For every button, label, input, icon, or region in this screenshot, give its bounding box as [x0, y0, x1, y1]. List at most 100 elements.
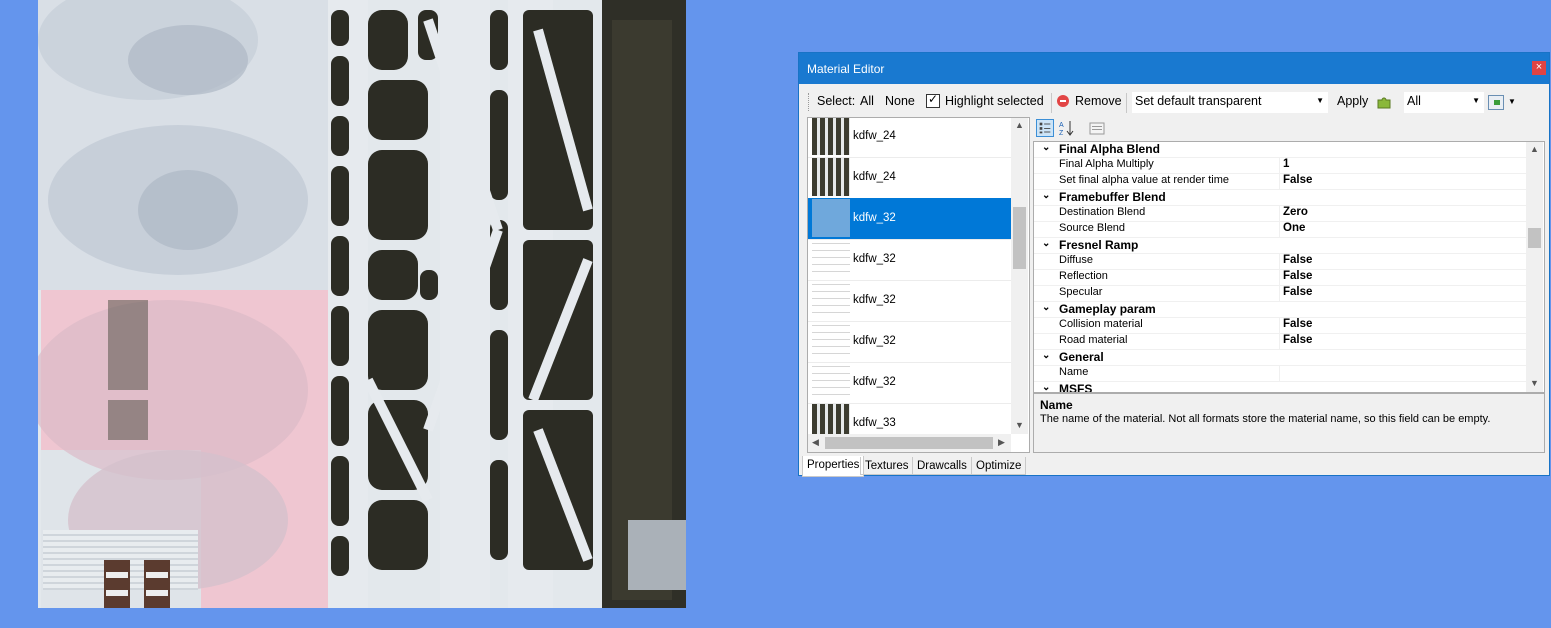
- property-category[interactable]: ⌄ Framebuffer Blend: [1034, 189, 1526, 206]
- property-value[interactable]: False: [1283, 318, 1312, 330]
- default-material-combo[interactable]: Set default transparent ▼: [1132, 92, 1328, 113]
- property-row[interactable]: Source Blend One: [1034, 221, 1526, 238]
- alphabetical-sort-icon[interactable]: A Z: [1058, 119, 1076, 137]
- remove-button[interactable]: Remove: [1075, 94, 1122, 108]
- property-value[interactable]: False: [1283, 286, 1312, 298]
- property-row[interactable]: Collision material False: [1034, 317, 1526, 334]
- property-row[interactable]: Name: [1034, 365, 1526, 382]
- property-grid-toolbar: A Z: [1033, 117, 1543, 141]
- scroll-left-icon[interactable]: ◀: [812, 437, 819, 448]
- apply-puzzle-icon[interactable]: [1376, 95, 1392, 109]
- export-icon[interactable]: [1488, 95, 1504, 110]
- chevron-down-icon[interactable]: ▼: [1508, 97, 1516, 106]
- property-value[interactable]: False: [1283, 254, 1312, 266]
- property-name: Final Alpha Multiply: [1059, 158, 1154, 170]
- material-thumbnail: [812, 158, 850, 196]
- property-name: Source Blend: [1059, 222, 1126, 234]
- property-category[interactable]: ⌄ Fresnel Ramp: [1034, 237, 1526, 254]
- title-bar[interactable]: Material Editor ×: [799, 53, 1549, 84]
- property-category[interactable]: ⌄ MSFS: [1034, 381, 1526, 393]
- material-list-item[interactable]: kdfw_32: [808, 198, 1011, 240]
- categorized-view-icon[interactable]: [1036, 119, 1054, 137]
- category-name: General: [1059, 350, 1104, 364]
- collapse-chevron-icon[interactable]: ⌄: [1042, 350, 1050, 361]
- highlight-selected-checkbox[interactable]: ✓: [926, 92, 940, 108]
- property-row[interactable]: Road material False: [1034, 333, 1526, 350]
- remove-icon[interactable]: [1057, 95, 1069, 107]
- apply-button[interactable]: Apply: [1337, 94, 1368, 108]
- material-list-item[interactable]: kdfw_24: [808, 157, 1011, 199]
- collapse-chevron-icon[interactable]: ⌄: [1042, 302, 1050, 313]
- tab-optimize[interactable]: Optimize: [971, 457, 1027, 475]
- property-name: Diffuse: [1059, 254, 1094, 266]
- scroll-right-icon[interactable]: ▶: [998, 437, 1005, 448]
- collapse-chevron-icon[interactable]: ⌄: [1042, 382, 1050, 392]
- property-value[interactable]: False: [1283, 334, 1312, 346]
- property-name: Reflection: [1059, 270, 1108, 282]
- highlight-selected-label[interactable]: Highlight selected: [945, 94, 1044, 108]
- property-row[interactable]: Reflection False: [1034, 269, 1526, 286]
- category-name: MSFS: [1059, 382, 1093, 393]
- scroll-up-icon[interactable]: ▲: [1530, 144, 1539, 154]
- material-list-item[interactable]: kdfw_32: [808, 239, 1011, 281]
- property-value[interactable]: Zero: [1283, 206, 1308, 218]
- property-category[interactable]: ⌄ Final Alpha Blend: [1034, 142, 1526, 158]
- material-name: kdfw_24: [853, 130, 896, 142]
- property-row[interactable]: Set final alpha value at render time Fals…: [1034, 173, 1526, 190]
- material-list[interactable]: kdfw_24 kdfw_24 kdfw_32 kdfw_32 kdfw_32 kdfw_…: [807, 117, 1030, 453]
- property-name: Set final alpha value at render time: [1059, 174, 1229, 186]
- select-all-button[interactable]: All: [860, 94, 874, 108]
- toolbar-grip[interactable]: [808, 93, 811, 111]
- list-vertical-scrollbar[interactable]: ▲ ▼: [1011, 118, 1028, 434]
- tab-properties[interactable]: Properties: [802, 456, 865, 477]
- material-thumbnail: [812, 322, 850, 360]
- toolbar-separator: [1051, 93, 1052, 113]
- material-thumbnail: [812, 240, 850, 278]
- property-value[interactable]: False: [1283, 174, 1312, 186]
- property-value[interactable]: False: [1283, 270, 1312, 282]
- category-name: Gameplay param: [1059, 302, 1156, 316]
- material-list-item[interactable]: kdfw_24: [808, 118, 1011, 158]
- texture-viewport[interactable]: [38, 0, 686, 608]
- chevron-down-icon: ▼: [1316, 96, 1324, 105]
- help-title: Name: [1040, 398, 1073, 412]
- tab-textures[interactable]: Textures: [860, 457, 914, 475]
- scroll-thumb[interactable]: [1013, 207, 1026, 269]
- scroll-thumb[interactable]: [1528, 228, 1541, 248]
- property-value[interactable]: 1: [1283, 158, 1289, 170]
- list-horizontal-scrollbar[interactable]: ◀ ▶: [808, 434, 1011, 452]
- property-row[interactable]: Destination Blend Zero: [1034, 205, 1526, 222]
- property-name: Collision material: [1059, 318, 1143, 330]
- material-thumbnail: [812, 281, 850, 319]
- collapse-chevron-icon[interactable]: ⌄: [1042, 238, 1050, 249]
- property-category[interactable]: ⌄ Gameplay param: [1034, 301, 1526, 318]
- material-name: kdfw_33: [853, 417, 896, 429]
- scroll-up-icon[interactable]: ▲: [1015, 120, 1024, 130]
- scroll-thumb[interactable]: [825, 437, 993, 449]
- material-name: kdfw_32: [853, 294, 896, 306]
- filter-combo[interactable]: All ▼: [1404, 92, 1484, 113]
- collapse-chevron-icon[interactable]: ⌄: [1042, 190, 1050, 201]
- select-none-button[interactable]: None: [885, 94, 915, 108]
- property-value[interactable]: One: [1283, 222, 1305, 234]
- material-list-item[interactable]: kdfw_32: [808, 362, 1011, 404]
- chevron-down-icon: ▼: [1472, 96, 1480, 105]
- property-row[interactable]: Final Alpha Multiply 1: [1034, 157, 1526, 174]
- tab-drawcalls[interactable]: Drawcalls: [912, 457, 972, 475]
- select-label: Select:: [817, 94, 856, 108]
- bottom-tabs: Properties Textures Drawcalls Optimize: [799, 456, 1549, 477]
- property-name: Specular: [1059, 286, 1103, 298]
- property-category[interactable]: ⌄ General: [1034, 349, 1526, 366]
- property-row[interactable]: Specular False: [1034, 285, 1526, 302]
- property-pages-icon[interactable]: [1088, 119, 1106, 137]
- scroll-down-icon[interactable]: ▼: [1015, 420, 1024, 430]
- scroll-down-icon[interactable]: ▼: [1530, 378, 1539, 388]
- close-button[interactable]: ×: [1532, 61, 1546, 75]
- material-name: kdfw_32: [853, 212, 896, 224]
- material-list-item[interactable]: kdfw_32: [808, 280, 1011, 322]
- collapse-chevron-icon[interactable]: ⌄: [1042, 142, 1050, 153]
- property-grid[interactable]: ⌄ Final Alpha Blend Final Alpha Multiply 1 S…: [1033, 141, 1545, 393]
- material-list-item[interactable]: kdfw_32: [808, 321, 1011, 363]
- property-row[interactable]: Diffuse False: [1034, 253, 1526, 270]
- property-grid-scrollbar[interactable]: ▲ ▼: [1526, 142, 1543, 392]
